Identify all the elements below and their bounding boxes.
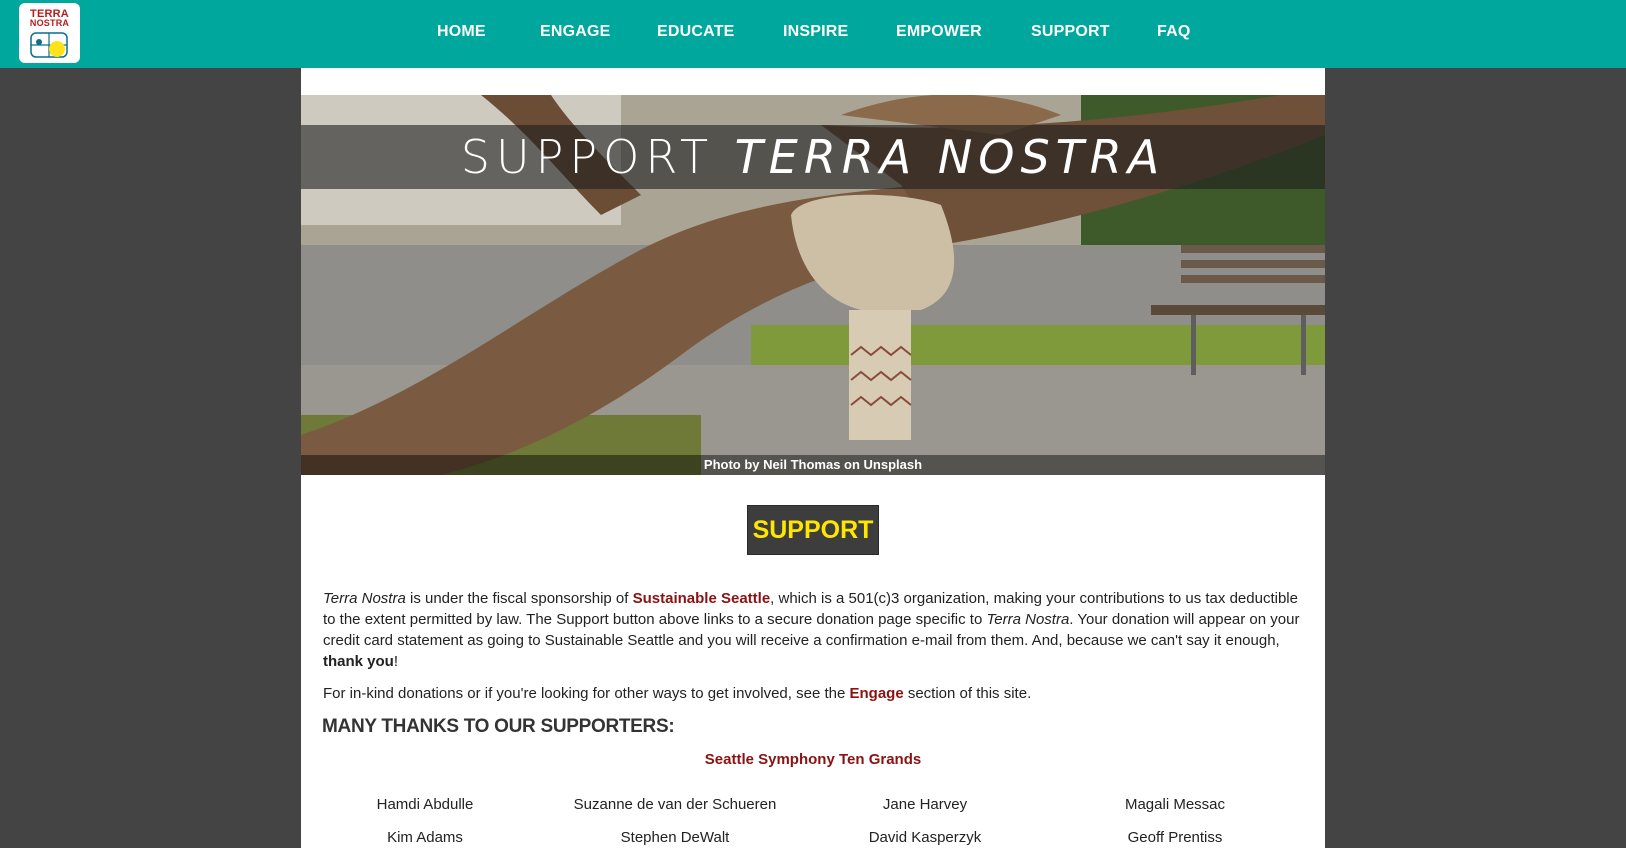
org-name-2: Terra Nostra [986,611,1070,628]
supporter-name: Stephen DeWalt [620,829,730,846]
title-italic: TERRA NOSTRA [734,130,1166,184]
intro-paragraph: Terra Nostra is under the fiscal sponsor… [323,588,1303,672]
intro-text-4: ! [393,653,399,670]
nav-item-inspire[interactable]: INSPIRE [783,23,848,41]
main-navigation: HOME ENGAGE EDUCATE INSPIRE EMPOWER SUPP… [0,0,1626,68]
supporter-name: Jane Harvey [882,796,968,813]
sustainable-seattle-link[interactable]: Sustainable Seattle [633,590,771,607]
inkind-text-1: For in-kind donations or if you're looki… [323,685,850,702]
nav-item-empower[interactable]: EMPOWER [896,23,982,41]
supporter-name: David Kasperzyk [868,829,982,846]
supporters-heading: MANY THANKS TO OUR SUPPORTERS: [322,716,675,737]
supporter-group-heading: Seattle Symphony Ten Grands [704,751,922,768]
top-nav-bar: TERRA NOSTRA HOME ENGAGE EDUCATE INSPIRE… [0,0,1626,68]
support-button[interactable]: SUPPORT [747,505,879,555]
nav-item-engage[interactable]: ENGAGE [540,23,611,41]
main-content: SUPPORT TERRA NOSTRA Photo by Neil Thoma… [301,68,1325,848]
inkind-paragraph: For in-kind donations or if you're looki… [323,683,1303,704]
supporter-name: Magali Messac [1124,796,1226,813]
nav-item-home[interactable]: HOME [437,23,486,41]
nav-item-educate[interactable]: EDUCATE [657,23,735,41]
supporter-name: Geoff Prentiss [1127,829,1223,846]
intro-text-1: is under the fiscal sponsorship of [405,590,633,607]
title-plain: SUPPORT [460,130,735,184]
hero-banner: SUPPORT TERRA NOSTRA Photo by Neil Thoma… [301,95,1325,475]
page-title: SUPPORT TERRA NOSTRA [301,125,1325,189]
engage-link[interactable]: Engage [849,685,903,702]
supporter-name: Hamdi Abdulle [376,796,474,813]
thank-you-text: thank you [323,653,394,670]
supporter-name: Kim Adams [387,829,463,846]
photo-credit: Photo by Neil Thomas on Unsplash [703,457,923,472]
supporter-name: Suzanne de van der Schueren [573,796,777,813]
inkind-text-2: section of this site. [903,685,1032,702]
nav-item-support[interactable]: SUPPORT [1031,23,1110,41]
nav-item-faq[interactable]: FAQ [1157,23,1191,41]
org-name: Terra Nostra [323,590,406,607]
